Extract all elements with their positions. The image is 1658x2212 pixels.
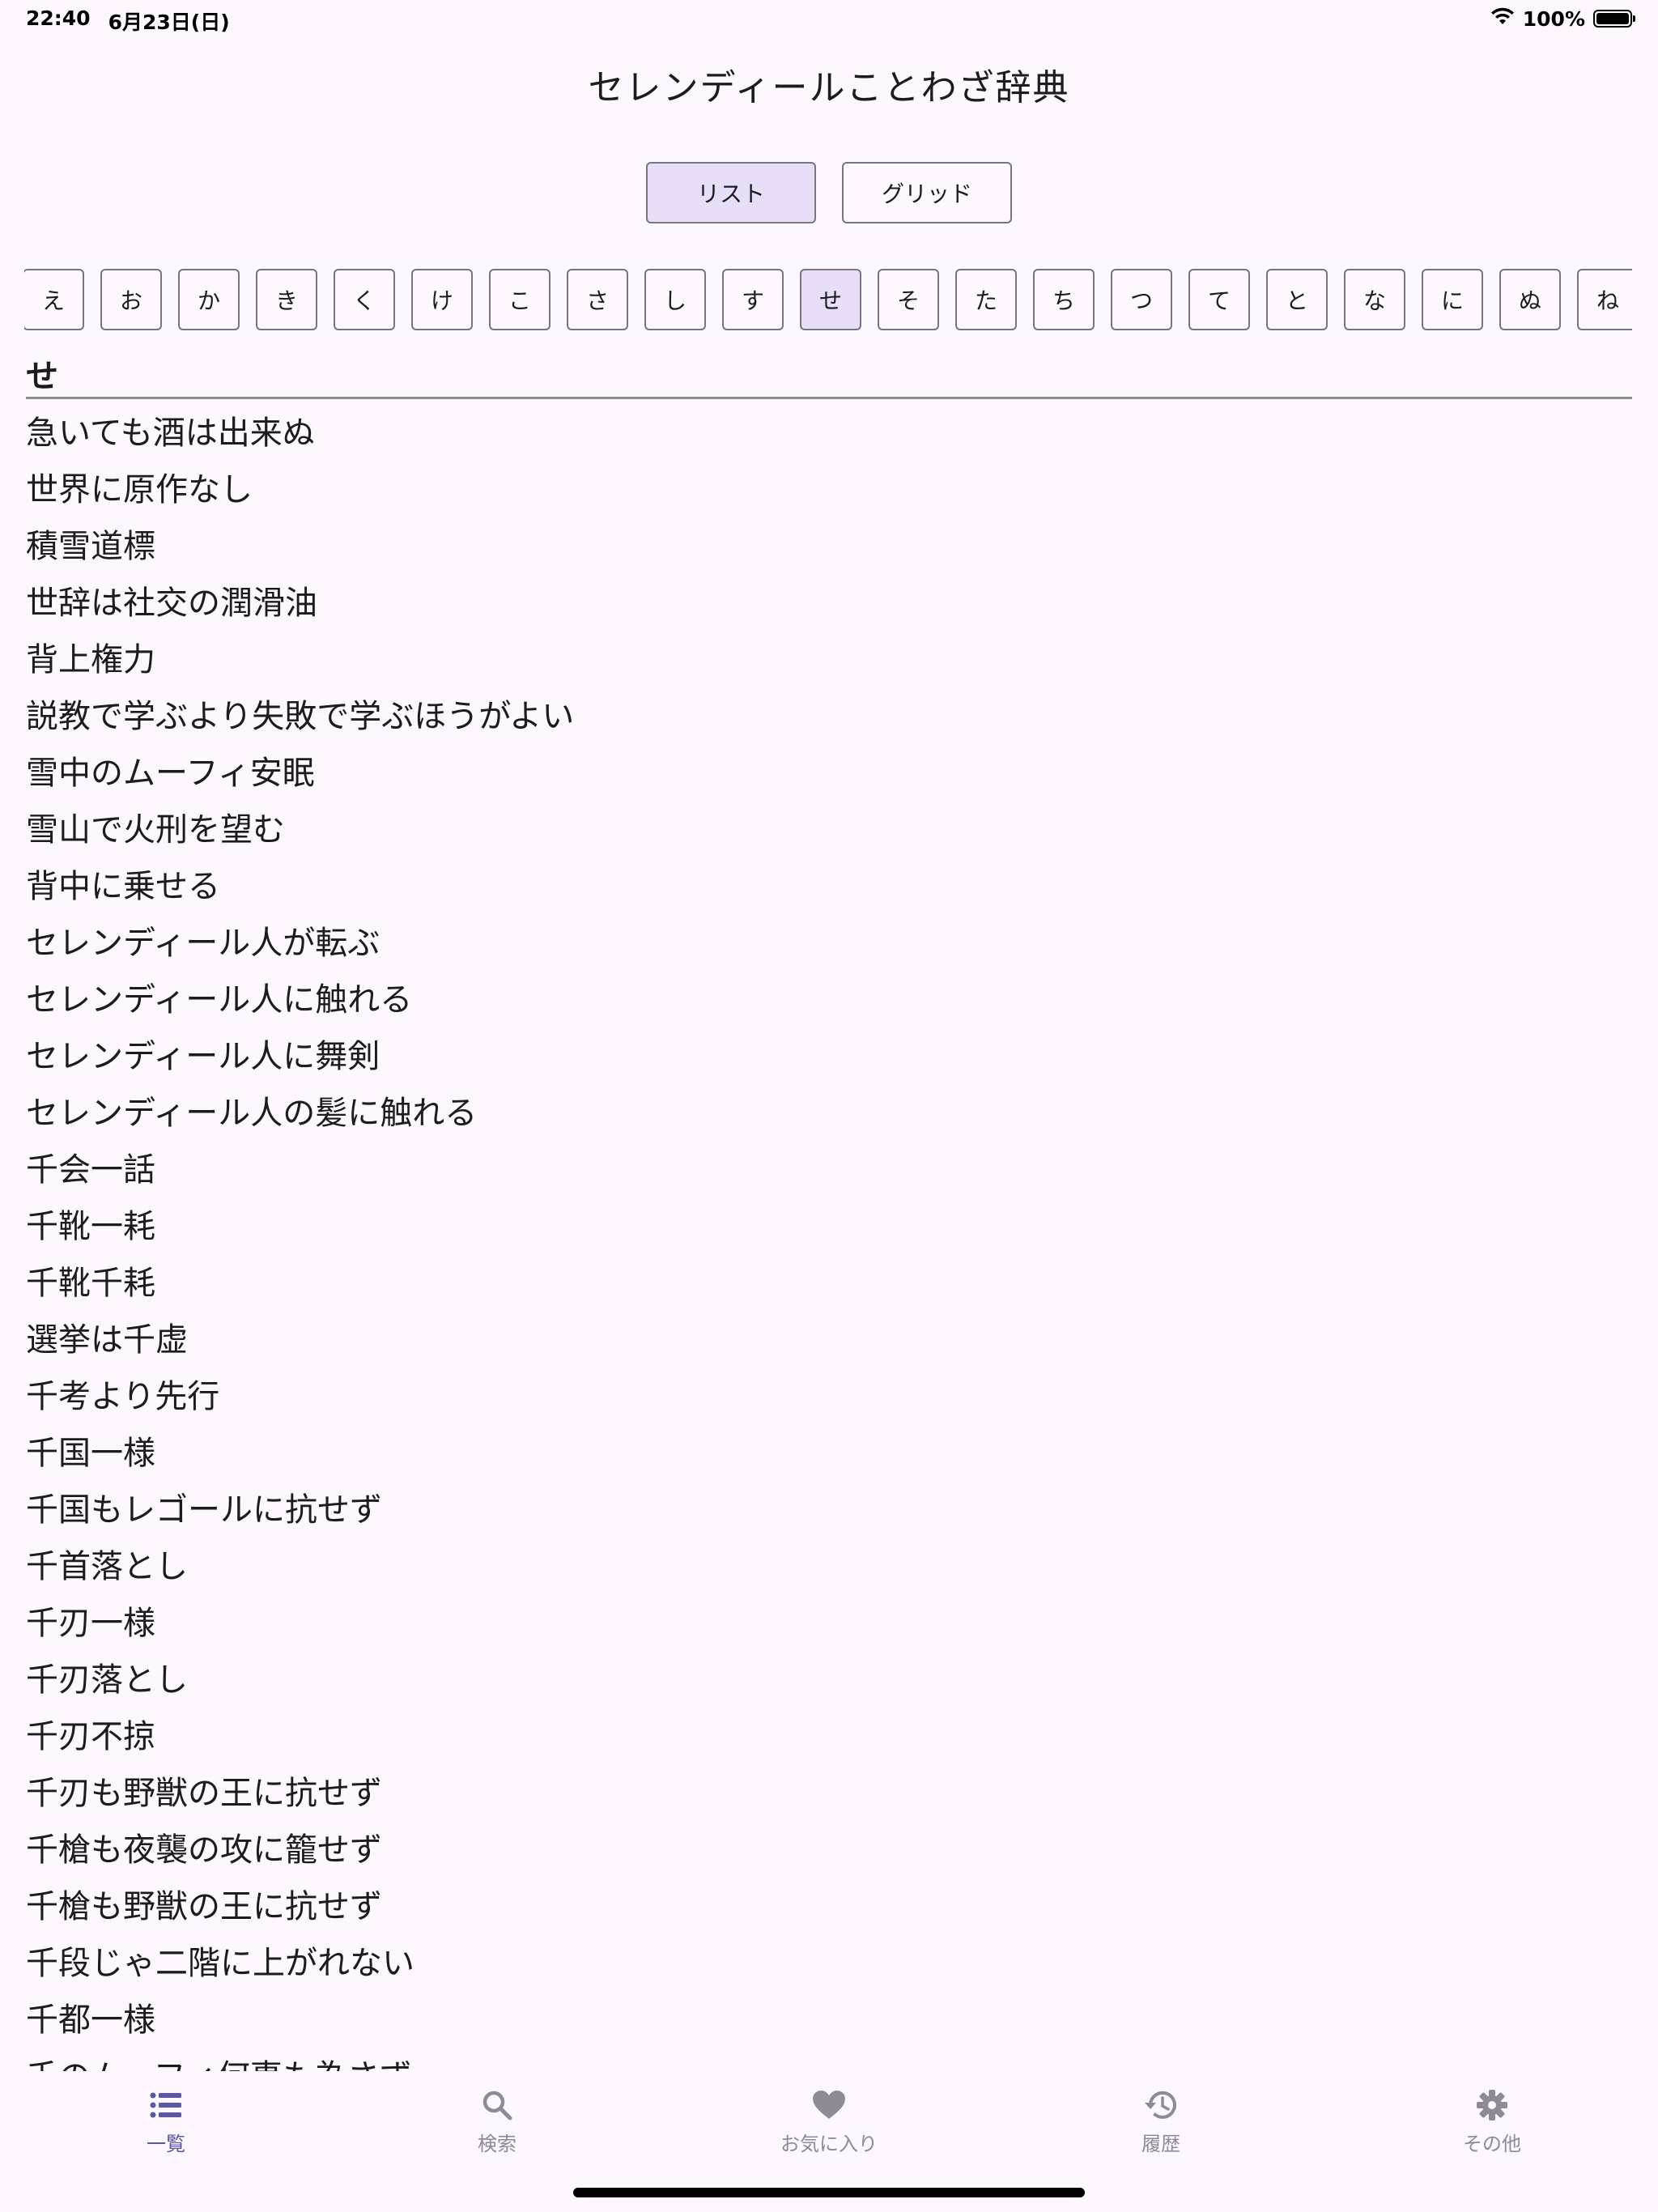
kana-button[interactable]: か [178, 269, 240, 330]
nav-item-label: 一覧 [147, 2133, 185, 2155]
battery-percent: 100% [1522, 6, 1585, 31]
nav-item-label: 履歴 [1141, 2133, 1180, 2155]
kana-button[interactable]: そ [878, 269, 939, 330]
proverb-list-item[interactable]: 千段じゃ二階に上がれない [26, 1935, 1632, 1992]
kana-button[interactable]: ち [1033, 269, 1095, 330]
kana-button[interactable]: こ [489, 269, 551, 330]
kana-button[interactable]: つ [1111, 269, 1172, 330]
section-header: せ [26, 350, 1632, 399]
list-view-button[interactable]: リスト [646, 162, 816, 223]
proverb-list-item[interactable]: セレンディール人が転ぶ [26, 915, 1632, 972]
status-time: 22:40 [26, 6, 91, 30]
search-icon [481, 2087, 513, 2123]
proverb-list-item[interactable]: 雪山で火刑を望む [26, 802, 1632, 858]
kana-track: えおかきくけこさしすせそたちつてとなにぬね [24, 269, 1632, 330]
proverb-list-item[interactable]: 千国一様 [26, 1425, 1632, 1482]
proverb-list-item[interactable]: セレンディール人の髪に触れる [26, 1085, 1632, 1142]
app-title: セレンディールことわざ辞典 [588, 67, 1070, 108]
grid-view-button[interactable]: グリッド [842, 162, 1012, 223]
kana-button[interactable]: た [955, 269, 1017, 330]
proverb-list-item[interactable]: 積雪道標 [26, 518, 1632, 575]
proverb-list-item[interactable]: 雪中のムーフィ安眠 [26, 745, 1632, 802]
nav-item[interactable]: その他 [1403, 2087, 1581, 2156]
kana-button[interactable]: え [24, 269, 84, 330]
proverb-list-item[interactable]: 背中に乗せる [26, 858, 1632, 915]
battery-icon [1593, 10, 1635, 28]
nav-item[interactable]: 一覧 [77, 2087, 255, 2156]
nav-item[interactable]: 履歴 [1072, 2087, 1250, 2156]
kana-button[interactable]: て [1188, 269, 1250, 330]
heart-icon [812, 2087, 846, 2123]
kana-button[interactable]: せ [800, 269, 861, 330]
nav-item[interactable]: 検索 [408, 2087, 586, 2156]
list-icon [150, 2087, 182, 2123]
nav-item[interactable]: お気に入り [740, 2087, 918, 2156]
kana-button[interactable]: ぬ [1499, 269, 1561, 330]
proverb-list-item[interactable]: 千刃も野獣の王に抗せず [26, 1765, 1632, 1822]
kana-button[interactable]: な [1344, 269, 1405, 330]
kana-button[interactable]: と [1266, 269, 1328, 330]
status-right: 100% [1490, 6, 1635, 31]
proverb-list-item[interactable]: 千刃落とし [26, 1652, 1632, 1708]
proverb-list-item[interactable]: セレンディール人に触れる [26, 972, 1632, 1028]
kana-button[interactable]: し [644, 269, 706, 330]
kana-index-bar[interactable]: えおかきくけこさしすせそたちつてとなにぬね [24, 269, 1632, 330]
proverb-list[interactable]: 急いても酒は出来ぬ 世界に原作なし 積雪道標 世辞は社交の潤滑油 背上権力 説教で学ぶより… [26, 405, 1632, 2071]
kana-button[interactable]: に [1422, 269, 1483, 330]
kana-button[interactable]: ね [1577, 269, 1632, 330]
proverb-list-item[interactable]: 急いても酒は出来ぬ [26, 405, 1632, 462]
proverb-list-item[interactable]: 説教で学ぶより失敗で学ぶほうがよい [26, 688, 1632, 745]
proverb-list-item[interactable]: 世界に原作なし [26, 462, 1632, 518]
kana-button[interactable]: け [411, 269, 473, 330]
home-indicator [573, 2188, 1085, 2197]
gear-icon [1476, 2087, 1508, 2123]
proverb-list-item[interactable]: 千刃不掠 [26, 1708, 1632, 1765]
kana-button[interactable]: す [722, 269, 784, 330]
proverb-list-item[interactable]: 千国もレゴールに抗せず [26, 1482, 1632, 1538]
proverb-list-item[interactable]: 千靴千耗 [26, 1255, 1632, 1312]
status-left: 22:40 6月23日(日) [26, 6, 230, 36]
proverb-list-item[interactable]: 千靴一耗 [26, 1198, 1632, 1255]
nav-item-label: お気に入り [780, 2133, 878, 2155]
kana-button[interactable]: き [256, 269, 317, 330]
view-toggle: リスト グリッド [0, 162, 1658, 223]
proverb-list-item[interactable]: 世辞は社交の潤滑油 [26, 575, 1632, 632]
status-bar: 22:40 6月23日(日) 100% [0, 0, 1658, 39]
proverb-list-item[interactable]: 千考より先行 [26, 1368, 1632, 1425]
proverb-list-item[interactable]: セレンディール人に舞剣 [26, 1028, 1632, 1085]
proverb-list-item[interactable]: 千のムーフィ何事も為さず [26, 2048, 1632, 2071]
kana-button[interactable]: お [100, 269, 162, 330]
nav-item-label: その他 [1463, 2133, 1521, 2155]
status-date: 6月23日(日) [108, 11, 230, 34]
nav-item-label: 検索 [478, 2133, 517, 2155]
history-icon [1144, 2087, 1178, 2123]
kana-button[interactable]: さ [567, 269, 628, 330]
proverb-list-item[interactable]: 千槍も夜襲の攻に籠せず [26, 1822, 1632, 1878]
proverb-list-item[interactable]: 千槍も野獣の王に抗せず [26, 1878, 1632, 1935]
wifi-icon [1490, 6, 1515, 31]
proverb-list-item[interactable]: 千首落とし [26, 1538, 1632, 1595]
kana-button[interactable]: く [334, 269, 395, 330]
proverb-list-item[interactable]: 背上権力 [26, 632, 1632, 688]
proverb-list-item[interactable]: 千会一話 [26, 1142, 1632, 1198]
bottom-navigation: 一覧 検索 お気に入り 履歴 その他 [0, 2071, 1658, 2168]
proverb-list-item[interactable]: 選挙は千虚 [26, 1312, 1632, 1368]
proverb-list-item[interactable]: 千都一様 [26, 1992, 1632, 2048]
proverb-list-item[interactable]: 千刃一様 [26, 1595, 1632, 1652]
